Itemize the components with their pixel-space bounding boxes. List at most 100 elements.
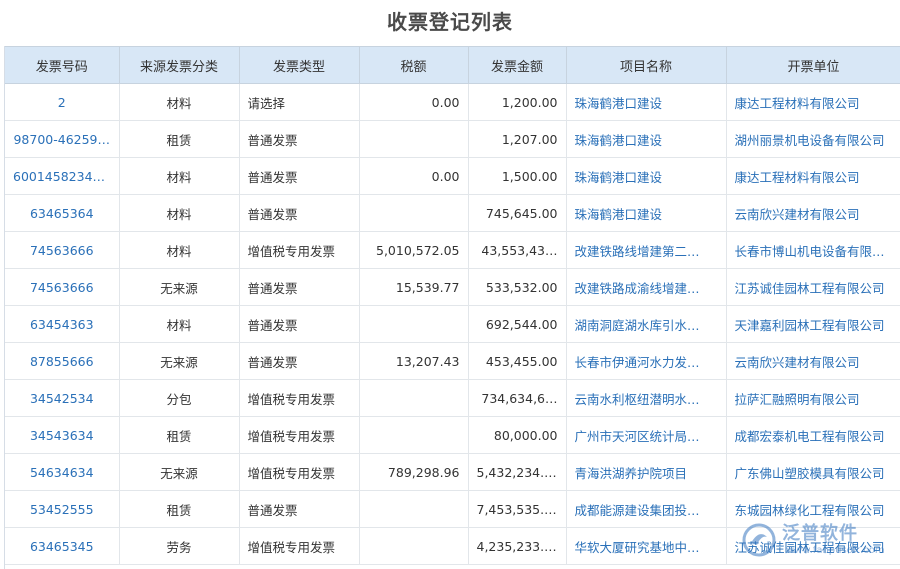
cell-issuer[interactable]: 长春市博山机电设备有限公司 [726,231,900,269]
cell-invoice-type: 普通发票 [239,305,360,343]
cell-tax: 0.00 [359,157,469,195]
cell-project[interactable]: 珠海鹤港口建设 [566,157,727,195]
invoice-table: 发票号码 来源发票分类 发票类型 税额 发票金额 项目名称 开票单位 2 材料 请选… [5,46,900,565]
cell-issuer[interactable]: 东城园林绿化工程有限公司 [726,490,900,528]
cell-tax: 13,207.43 [359,342,469,380]
table-header-row: 发票号码 来源发票分类 发票类型 税额 发票金额 项目名称 开票单位 [5,46,900,84]
table-row[interactable]: 63465364 材料 普通发票 745,645.00 珠海鹤港口建设 云南欣兴建材有限公… [5,194,900,232]
cell-issuer[interactable]: 江苏诚佳园林工程有限公司 [726,268,900,306]
cell-source-category: 材料 [119,231,240,269]
cell-amount: 1,200.00 [468,83,567,121]
cell-source-category: 劳务 [119,527,240,565]
cell-source-category: 租赁 [119,120,240,158]
cell-project[interactable]: 改建铁路线增建第二… [566,231,727,269]
table-row[interactable]: 98700-46259… 租赁 普通发票 1,207.00 珠海鹤港口建设 湖州丽景机电设… [5,120,900,158]
cell-issuer[interactable]: 成都宏泰机电工程有限公司 [726,416,900,454]
cell-invoice-no[interactable]: 63465364 [5,194,120,232]
cell-issuer[interactable]: 天津嘉利园林工程有限公司 [726,305,900,343]
cell-invoice-no[interactable]: 53452555 [5,490,120,528]
cell-project[interactable]: 成都能源建设集团投… [566,490,727,528]
cell-invoice-type: 普通发票 [239,490,360,528]
cell-issuer[interactable]: 康达工程材料有限公司 [726,83,900,121]
table-row[interactable]: 87855666 无来源 普通发票 13,207.43 453,455.00 长春市伊通河… [5,342,900,380]
cell-issuer[interactable]: 广东佛山塑胶模具有限公司 [726,453,900,491]
column-header-source-category[interactable]: 来源发票分类 [119,46,240,84]
cell-amount: 745,645.00 [468,194,567,232]
table-row[interactable]: 74563666 材料 增值税专用发票 5,010,572.05 43,553,43… 改… [5,231,900,269]
cell-source-category: 分包 [119,379,240,417]
column-header-project[interactable]: 项目名称 [566,46,727,84]
cell-invoice-type: 普通发票 [239,194,360,232]
cell-tax [359,527,469,565]
table-row[interactable]: 63465345 劳务 增值税专用发票 4,235,233.00 华软大厦研究基地中… 江… [5,527,900,565]
cell-invoice-no[interactable]: 63454363 [5,305,120,343]
cell-tax [359,379,469,417]
cell-tax [359,490,469,528]
cell-issuer[interactable]: 拉萨汇融照明有限公司 [726,379,900,417]
column-header-issuer[interactable]: 开票单位 [726,46,900,84]
cell-source-category: 无来源 [119,453,240,491]
cell-amount: 734,634,6… [468,379,567,417]
cell-source-category: 材料 [119,157,240,195]
cell-amount: 5,432,234.00 [468,453,567,491]
cell-amount: 43,553,43… [468,231,567,269]
cell-invoice-type: 普通发票 [239,342,360,380]
cell-project[interactable]: 广州市天河区统计局… [566,416,727,454]
cell-issuer[interactable]: 湖州丽景机电设备有限公司 [726,120,900,158]
cell-invoice-no[interactable]: 74563666 [5,231,120,269]
cell-invoice-type: 增值税专用发票 [239,379,360,417]
cell-project[interactable]: 湖南洞庭湖水库引水… [566,305,727,343]
cell-project[interactable]: 青海洪湖养护院项目 [566,453,727,491]
cell-source-category: 租赁 [119,416,240,454]
cell-issuer[interactable]: 康达工程材料有限公司 [726,157,900,195]
cell-project[interactable]: 华软大厦研究基地中… [566,527,727,565]
cell-invoice-no[interactable]: 34543634 [5,416,120,454]
cell-invoice-no[interactable]: 87855666 [5,342,120,380]
cell-amount: 7,453,535.00 [468,490,567,528]
cell-source-category: 材料 [119,194,240,232]
table-row[interactable]: 34543634 租赁 增值税专用发票 80,000.00 广州市天河区统计局… 成都宏泰… [5,416,900,454]
table-row[interactable]: 54634634 无来源 增值税专用发票 789,298.96 5,432,234.00… [5,453,900,491]
column-header-amount[interactable]: 发票金额 [468,46,567,84]
cell-project[interactable]: 长春市伊通河水力发… [566,342,727,380]
cell-invoice-no[interactable]: 54634634 [5,453,120,491]
cell-issuer[interactable]: 云南欣兴建材有限公司 [726,194,900,232]
cell-invoice-type: 增值税专用发票 [239,416,360,454]
cell-source-category: 无来源 [119,342,240,380]
cell-tax: 15,539.77 [359,268,469,306]
cell-tax: 5,010,572.05 [359,231,469,269]
cell-source-category: 无来源 [119,268,240,306]
table-row[interactable]: 60014582344… 材料 普通发票 0.00 1,500.00 珠海鹤港口建设 康达工… [5,157,900,195]
cell-tax [359,305,469,343]
column-header-invoice-no[interactable]: 发票号码 [5,46,120,84]
column-header-tax[interactable]: 税额 [359,46,469,84]
table-row[interactable]: 74563666 无来源 普通发票 15,539.77 533,532.00 改建铁路成渝… [5,268,900,306]
cell-project[interactable]: 云南水利枢纽潜明水… [566,379,727,417]
cell-project[interactable]: 珠海鹤港口建设 [566,194,727,232]
cell-invoice-no[interactable]: 60014582344… [5,157,120,195]
cell-issuer[interactable]: 云南欣兴建材有限公司 [726,342,900,380]
cell-issuer[interactable]: 江苏诚佳园林工程有限公司 [726,527,900,565]
table-row[interactable]: 63454363 材料 普通发票 692,544.00 湖南洞庭湖水库引水… 天津嘉利园林… [5,305,900,343]
cell-invoice-no[interactable]: 2 [5,83,120,121]
cell-invoice-type: 普通发票 [239,157,360,195]
cell-source-category: 租赁 [119,490,240,528]
cell-tax: 0.00 [359,83,469,121]
cell-invoice-no[interactable]: 98700-46259… [5,120,120,158]
table-row[interactable]: 53452555 租赁 普通发票 7,453,535.00 成都能源建设集团投… 东城园林… [5,490,900,528]
cell-project[interactable]: 珠海鹤港口建设 [566,120,727,158]
cell-tax [359,416,469,454]
column-header-invoice-type[interactable]: 发票类型 [239,46,360,84]
table-row[interactable]: 2 材料 请选择 0.00 1,200.00 珠海鹤港口建设 康达工程材料有限公司 [5,83,900,121]
cell-amount: 1,207.00 [468,120,567,158]
cell-invoice-no[interactable]: 74563666 [5,268,120,306]
cell-project[interactable]: 珠海鹤港口建设 [566,83,727,121]
cell-invoice-type: 普通发票 [239,268,360,306]
cell-tax [359,194,469,232]
cell-project[interactable]: 改建铁路成渝线增建… [566,268,727,306]
invoice-table-container: 发票号码 来源发票分类 发票类型 税额 发票金额 项目名称 开票单位 2 材料 请选… [4,46,900,569]
table-row[interactable]: 34542534 分包 增值税专用发票 734,634,6… 云南水利枢纽潜明水… 拉萨汇… [5,379,900,417]
cell-invoice-no[interactable]: 34542534 [5,379,120,417]
cell-source-category: 材料 [119,83,240,121]
cell-invoice-no[interactable]: 63465345 [5,527,120,565]
